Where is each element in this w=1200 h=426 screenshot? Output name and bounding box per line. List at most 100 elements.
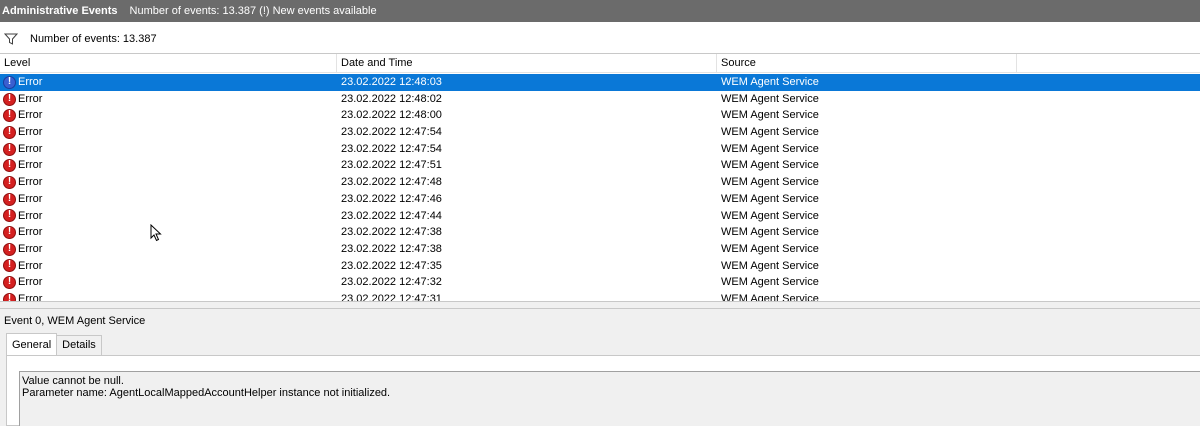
general-tab-panel: Value cannot be null. Parameter name: Ag…: [6, 355, 1200, 426]
source-cell: WEM Agent Service: [721, 159, 819, 172]
source-cell: WEM Agent Service: [721, 126, 819, 139]
date-time-cell: 23.02.2022 12:48:02: [341, 92, 442, 105]
grid-rows: Error 23.02.2022 12:48:03 WEM Agent Servic…: [0, 74, 1200, 301]
panel-title: Administrative Events: [2, 5, 118, 17]
table-row[interactable]: Error 23.02.2022 12:47:48 WEM Agent Servic…: [0, 174, 1200, 191]
date-time-cell: 23.02.2022 12:47:46: [341, 192, 442, 205]
source-cell: WEM Agent Service: [721, 259, 819, 272]
error-icon: [3, 175, 16, 189]
tab-details[interactable]: Details: [56, 335, 102, 355]
column-header-level[interactable]: Level: [0, 54, 337, 73]
filter-bar: Number of events: 13.387: [0, 28, 1200, 50]
filter-icon[interactable]: [4, 33, 18, 45]
level-cell: Error: [0, 274, 337, 291]
column-header-source[interactable]: Source: [717, 54, 1017, 73]
source-cell: WEM Agent Service: [721, 142, 819, 155]
error-icon: [3, 158, 16, 173]
date-time-cell: 23.02.2022 12:47:38: [341, 242, 442, 255]
level-text: Error: [18, 226, 43, 239]
source-cell: WEM Agent Service: [721, 176, 819, 189]
error-icon: [3, 192, 16, 206]
level-text: Error: [18, 192, 43, 205]
level-text: Error: [18, 76, 43, 88]
date-time-cell: 23.02.2022 12:47:54: [341, 126, 442, 139]
level-cell: Error: [0, 208, 337, 225]
event-message-line: Parameter name: AgentLocalMappedAccountH…: [22, 387, 391, 399]
table-row[interactable]: Error 23.02.2022 12:47:46 WEM Agent Servic…: [0, 191, 1200, 208]
error-icon: [3, 142, 16, 156]
date-time-cell: 23.02.2022 12:47:44: [341, 209, 442, 222]
level-text: Error: [18, 242, 43, 255]
table-row[interactable]: Error 23.02.2022 12:47:38 WEM Agent Servic…: [0, 224, 1200, 241]
error-icon: [3, 242, 16, 256]
event-message-box[interactable]: Value cannot be null. Parameter name: Ag…: [19, 371, 1200, 426]
event-detail-title: Event 0, WEM Agent Service: [4, 315, 146, 327]
level-cell: Error: [0, 291, 337, 301]
error-icon: [3, 92, 16, 106]
mouse-pointer-icon: [150, 224, 162, 242]
table-row[interactable]: Error 23.02.2022 12:47:51 WEM Agent Servic…: [0, 157, 1200, 174]
table-row[interactable]: Error 23.02.2022 12:47:31 WEM Agent Servic…: [0, 291, 1200, 301]
level-cell: Error: [0, 174, 337, 191]
level-text: Error: [18, 142, 43, 155]
table-row[interactable]: Error 23.02.2022 12:47:44 WEM Agent Servic…: [0, 208, 1200, 225]
date-time-cell: 23.02.2022 12:47:51: [341, 159, 442, 172]
level-text: Error: [18, 209, 43, 222]
table-row[interactable]: Error 23.02.2022 12:48:03 WEM Agent Servic…: [0, 74, 1200, 91]
source-cell: WEM Agent Service: [721, 276, 819, 289]
error-icon: [3, 225, 16, 240]
level-cell: Error: [0, 107, 337, 124]
source-cell: WEM Agent Service: [721, 242, 819, 255]
level-cell: Error: [0, 74, 337, 91]
date-time-cell: 23.02.2022 12:47:54: [341, 142, 442, 155]
level-text: Error: [18, 276, 43, 289]
table-row[interactable]: Error 23.02.2022 12:48:00 WEM Agent Servic…: [0, 107, 1200, 124]
level-cell: Error: [0, 258, 337, 275]
error-icon: [3, 292, 16, 301]
detail-tabs: General Details: [6, 333, 102, 355]
source-cell: WEM Agent Service: [721, 92, 819, 105]
table-row[interactable]: Error 23.02.2022 12:47:35 WEM Agent Servic…: [0, 258, 1200, 275]
column-header-date-time[interactable]: Date and Time: [337, 54, 717, 73]
tab-general[interactable]: General: [6, 333, 58, 355]
level-text: Error: [18, 126, 43, 139]
level-cell: Error: [0, 224, 337, 241]
level-cell: Error: [0, 124, 337, 141]
error-icon: [3, 125, 16, 139]
level-cell: Error: [0, 241, 337, 258]
pane-splitter[interactable]: [0, 301, 1200, 309]
level-text: Error: [18, 159, 43, 172]
date-time-cell: 23.02.2022 12:48:03: [341, 76, 442, 88]
level-text: Error: [18, 109, 43, 122]
error-icon: [3, 275, 16, 290]
grid-header: Level Date and Time Source: [0, 54, 1200, 73]
error-icon: [3, 208, 16, 223]
level-text: Error: [18, 259, 43, 272]
source-cell: WEM Agent Service: [721, 109, 819, 122]
table-row[interactable]: Error 23.02.2022 12:47:32 WEM Agent Servic…: [0, 274, 1200, 291]
level-cell: Error: [0, 91, 337, 108]
date-time-cell: 23.02.2022 12:47:32: [341, 276, 442, 289]
event-detail-pane: Event 0, WEM Agent Service General Detai…: [0, 309, 1200, 426]
events-info[interactable]: Number of events: 13.387 (!) New events …: [130, 5, 377, 17]
event-message-line: Value cannot be null.: [22, 375, 124, 387]
date-time-cell: 23.02.2022 12:47:38: [341, 226, 442, 239]
source-cell: WEM Agent Service: [721, 76, 819, 88]
title-bar: Administrative Events Number of events: …: [0, 0, 1200, 22]
event-count: Number of events: 13.387: [30, 33, 157, 45]
source-cell: WEM Agent Service: [721, 192, 819, 205]
table-row[interactable]: Error 23.02.2022 12:47:54 WEM Agent Servic…: [0, 124, 1200, 141]
source-cell: WEM Agent Service: [721, 292, 819, 301]
date-time-cell: 23.02.2022 12:47:35: [341, 259, 442, 272]
level-cell: Error: [0, 157, 337, 174]
level-cell: Error: [0, 191, 337, 208]
date-time-cell: 23.02.2022 12:48:00: [341, 109, 442, 122]
table-row[interactable]: Error 23.02.2022 12:47:54 WEM Agent Servic…: [0, 141, 1200, 158]
table-row[interactable]: Error 23.02.2022 12:48:02 WEM Agent Servic…: [0, 91, 1200, 108]
level-cell: Error: [0, 141, 337, 158]
level-text: Error: [18, 92, 43, 105]
events-grid[interactable]: Level Date and Time Source Error 23.02.20…: [0, 53, 1200, 301]
table-row[interactable]: Error 23.02.2022 12:47:38 WEM Agent Servic…: [0, 241, 1200, 258]
level-text: Error: [18, 292, 43, 301]
date-time-cell: 23.02.2022 12:47:48: [341, 176, 442, 189]
